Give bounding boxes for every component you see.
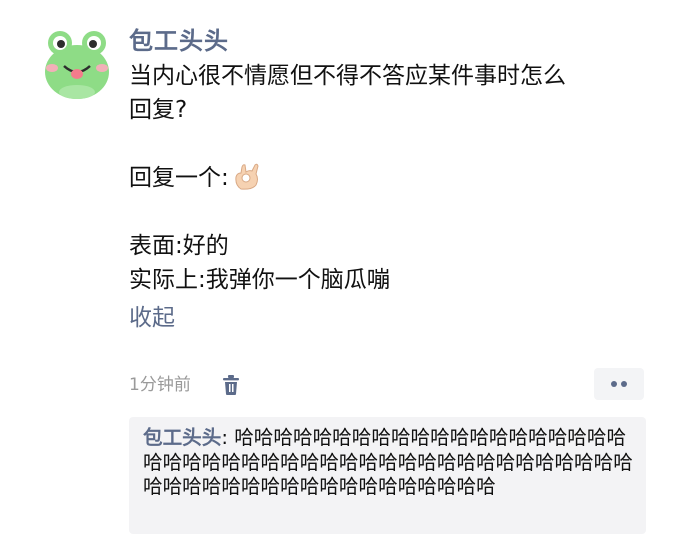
- more-dot: [611, 381, 617, 387]
- more-dot: [621, 381, 627, 387]
- post: 包工头头 当内心很不情愿但不得不答应某件事时怎么 回复? 回复一个: 表面:好的…: [129, 26, 669, 335]
- post-meta: 1分钟前: [129, 368, 644, 400]
- avatar[interactable]: [40, 26, 114, 100]
- comment-separator: :: [221, 426, 235, 449]
- comment-box: 包工头头: 哈哈哈哈哈哈哈哈哈哈哈哈哈哈哈哈哈哈哈哈哈哈哈哈哈哈哈哈哈哈哈哈哈哈…: [129, 417, 646, 534]
- post-content: 当内心很不情愿但不得不答应某件事时怎么 回复? 回复一个: 表面:好的 实际上:…: [129, 59, 669, 297]
- more-dots-button[interactable]: [594, 368, 644, 400]
- post-line: 实际上:我弹你一个脑瓜嘣: [129, 267, 390, 293]
- post-line: 表面:好的: [129, 233, 229, 259]
- ok-hand-emoji-icon: [233, 161, 261, 201]
- comment: 包工头头: 哈哈哈哈哈哈哈哈哈哈哈哈哈哈哈哈哈哈哈哈哈哈哈哈哈哈哈哈哈哈哈哈哈哈…: [143, 426, 635, 500]
- post-line: 回复?: [129, 97, 188, 123]
- post-line: 当内心很不情愿但不得不答应某件事时怎么: [129, 63, 566, 89]
- frog-avatar-icon: [45, 31, 109, 99]
- post-line: 回复一个:: [129, 165, 229, 191]
- post-time: 1分钟前: [129, 375, 191, 395]
- trash-icon[interactable]: [221, 374, 241, 396]
- post-author[interactable]: 包工头头: [129, 26, 669, 56]
- post-line-with-emoji: 回复一个:: [129, 161, 669, 195]
- comment-author[interactable]: 包工头头: [143, 426, 221, 449]
- collapse-link[interactable]: 收起: [129, 301, 669, 335]
